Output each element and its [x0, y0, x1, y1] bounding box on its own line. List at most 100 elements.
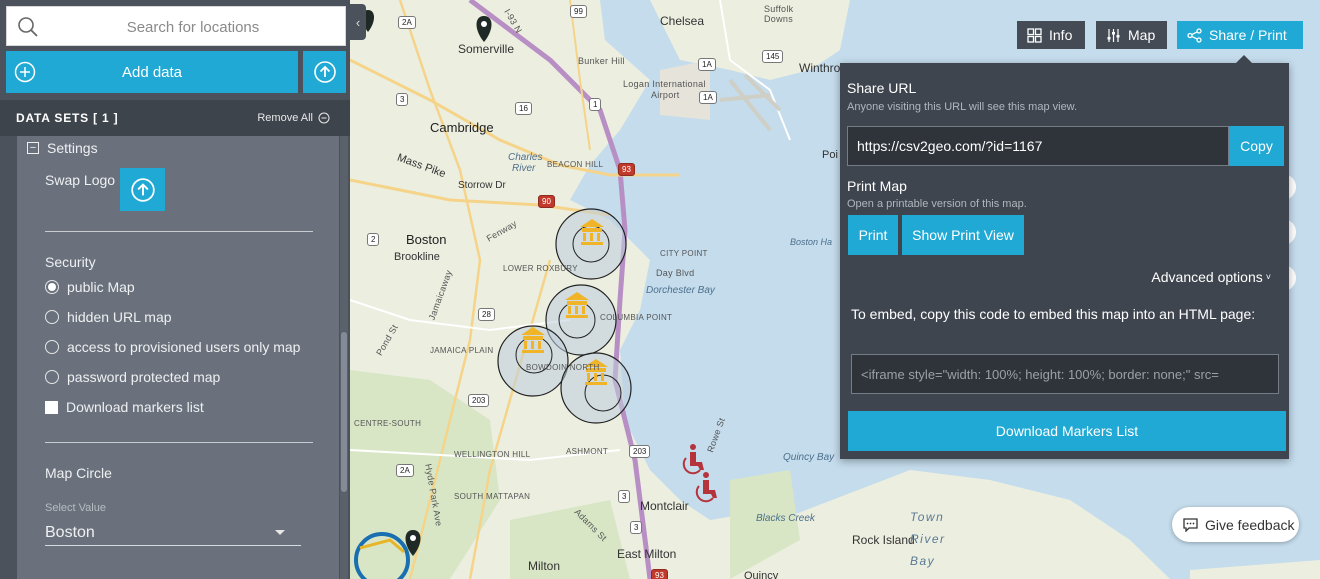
route-shield: 3 [618, 490, 631, 503]
share-print-label: Share / Print [1209, 27, 1287, 43]
radio-label: password protected map [67, 369, 221, 385]
remove-all-button[interactable]: Remove All [257, 112, 330, 124]
share-url-title: Share URL [847, 80, 917, 96]
upload-icon [130, 177, 155, 202]
map-circle-select[interactable]: Boston [45, 520, 301, 546]
download-markers-checkbox[interactable]: Download markers list [45, 399, 204, 415]
settings-toggle[interactable]: − Settings [27, 140, 98, 156]
chat-icon [1183, 517, 1198, 532]
map-label: Suffolk [764, 4, 794, 14]
show-print-view-button[interactable]: Show Print View [902, 215, 1024, 255]
map-label: Map [1128, 27, 1156, 43]
route-shield: 2A [398, 16, 416, 29]
advanced-options-toggle[interactable]: Advanced options ˅ [1151, 269, 1271, 285]
map-label: Milton [528, 559, 561, 573]
collapse-icon: − [27, 142, 39, 154]
chevron-left-icon: ‹ [355, 14, 361, 30]
copy-button[interactable]: Copy [1229, 126, 1284, 166]
map-label: Poi [822, 149, 838, 161]
search-bar [6, 6, 346, 46]
map-label: Boston Ha [790, 237, 833, 247]
route-shield: 145 [762, 50, 784, 63]
datasets-header: DATA SETS [ 1 ] Remove All [0, 100, 350, 136]
map-label: BEACON HILL [547, 160, 604, 169]
search-icon[interactable] [17, 16, 39, 38]
radio-label: public Map [67, 279, 135, 295]
route-shield: 99 [570, 5, 587, 18]
datasets-title: DATA SETS [ 1 ] [16, 111, 119, 125]
radio-label: hidden URL map [67, 309, 172, 325]
map-label: Dorchester Bay [646, 285, 715, 296]
swap-logo-button[interactable] [120, 168, 165, 211]
radio-password-protected[interactable]: password protected map [45, 369, 220, 385]
sliders-icon [1107, 28, 1120, 42]
map-label: Brookline [394, 251, 440, 263]
map-label: Bunker Hill [578, 56, 625, 66]
map-label: East Milton [617, 547, 677, 561]
map-label: Storrow Dr [458, 180, 506, 191]
upload-icon [313, 61, 336, 83]
checkbox-icon [45, 400, 58, 414]
feedback-label: Give feedback [1205, 516, 1295, 533]
scrollbar-thumb[interactable] [341, 332, 347, 492]
upload-button[interactable] [303, 51, 346, 93]
map-label: Airport [651, 90, 680, 100]
sidebar: Add data DATA SETS [ 1 ] Remove All − Se… [0, 0, 350, 579]
share-popup: Share URL Anyone visiting this URL will … [840, 55, 1289, 459]
map-label: Somerville [458, 42, 515, 56]
share-print-button[interactable]: Share / Print [1177, 21, 1303, 49]
embed-instructions: To embed, copy this code to embed this m… [851, 306, 1256, 322]
map-label: Winthro [799, 61, 841, 75]
radio-hidden-url-map[interactable]: hidden URL map [45, 309, 172, 325]
route-shield: 3 [396, 93, 409, 106]
radio-icon [45, 310, 59, 324]
route-shield: 3 [630, 521, 643, 534]
radio-public-map[interactable]: public Map [45, 279, 135, 295]
print-button[interactable]: Print [848, 215, 898, 255]
scrollbar[interactable] [340, 136, 348, 579]
info-button[interactable]: Info [1017, 21, 1085, 49]
settings-panel: − Settings Swap Logo Security public Map… [17, 136, 339, 579]
radio-icon [45, 370, 59, 384]
divider [45, 231, 313, 232]
route-shield: 93 [651, 569, 668, 579]
map-label: Downs [764, 14, 794, 24]
radio-icon [45, 280, 59, 294]
map-label: Quincy Bay [783, 452, 835, 463]
minus-circle-icon [318, 112, 330, 124]
add-data-label: Add data [121, 63, 183, 81]
select-value: Boston [45, 523, 95, 541]
print-map-title: Print Map [847, 178, 907, 194]
print-map-subtitle: Open a printable version of this map. [847, 198, 1027, 210]
map-label: CENTRE-SOUTH [354, 419, 422, 428]
settings-heading: Settings [47, 140, 98, 156]
map-circle-title: Map Circle [45, 465, 112, 481]
map-label: Montclair [640, 499, 689, 513]
map-label: LOWER ROXBURY [503, 264, 578, 273]
radio-provisioned-users[interactable]: access to provisioned users only map [45, 339, 300, 355]
plus-circle-icon [14, 61, 36, 83]
route-shield: 1A [699, 91, 717, 104]
map-label: Day Blvd [656, 268, 695, 278]
map-label: Charles [508, 152, 543, 163]
map-label: Logan International [623, 79, 706, 89]
divider [45, 442, 313, 443]
select-label: Select Value [45, 502, 106, 514]
map-label: Town River Bay [910, 510, 946, 568]
map-button[interactable]: Map [1096, 21, 1167, 49]
route-shield: 28 [478, 308, 495, 321]
map-label: BOWDOIN NORTH [526, 363, 600, 372]
checkbox-label: Download markers list [66, 399, 204, 415]
embed-code-field[interactable]: <iframe style="width: 100%; height: 100%… [851, 354, 1279, 394]
collapse-sidebar-button[interactable]: ‹ [350, 4, 366, 40]
swap-logo-label: Swap Logo [45, 172, 116, 188]
download-markers-button[interactable]: Download Markers List [848, 411, 1286, 451]
add-data-button[interactable]: Add data [6, 51, 298, 93]
share-url-field[interactable]: https://csv2geo.com/?id=1167 [847, 126, 1229, 166]
search-input[interactable] [51, 15, 335, 39]
give-feedback-button[interactable]: Give feedback [1172, 507, 1299, 542]
route-shield: 1A [698, 58, 716, 71]
security-title: Security [45, 254, 96, 270]
map-label: SOUTH MATTAPAN [454, 492, 531, 501]
map-label: Rock Island [852, 533, 915, 547]
